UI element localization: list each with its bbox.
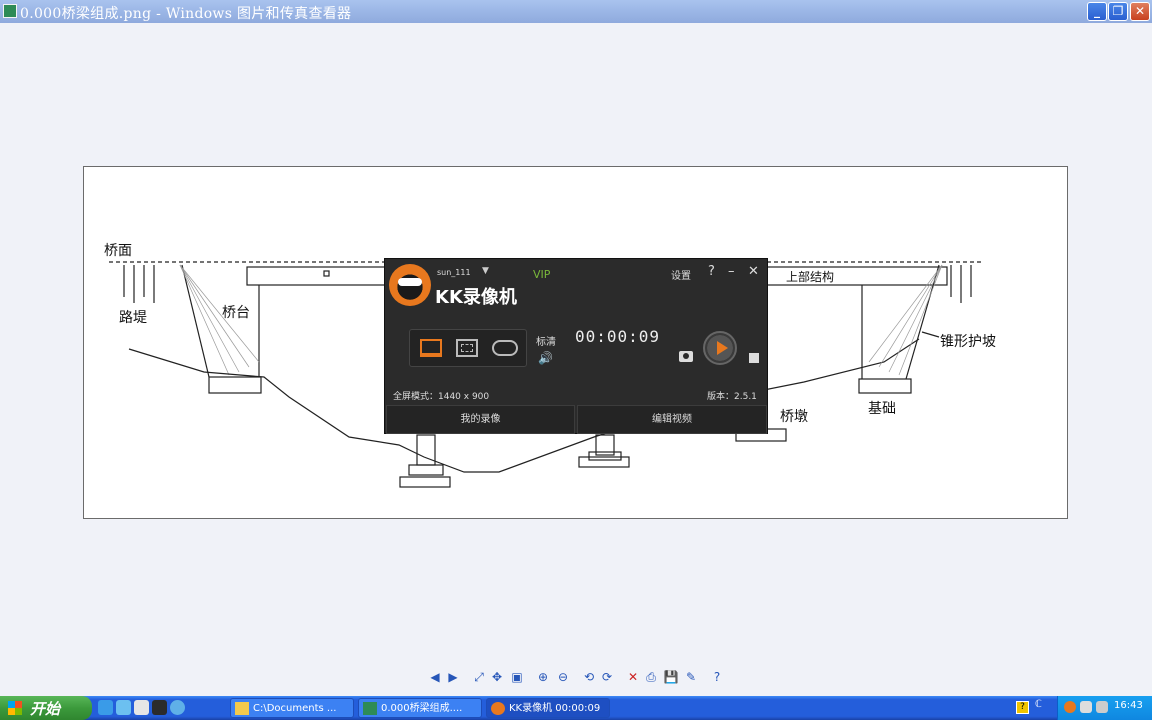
quick-launch-search-icon[interactable] bbox=[170, 700, 185, 715]
label-pier: 桥墩 bbox=[780, 409, 808, 425]
deck-marker bbox=[323, 270, 330, 277]
language-help-icon[interactable]: ? bbox=[1016, 701, 1029, 714]
chevron-down-icon[interactable]: ▼ bbox=[482, 266, 489, 276]
label-embankment: 路堤 bbox=[119, 310, 147, 326]
kk-mode-selector bbox=[409, 329, 527, 367]
best-fit-icon[interactable]: ⤢ bbox=[471, 669, 487, 685]
label-abutment: 桥台 bbox=[222, 305, 250, 321]
rotate-right-icon[interactable]: ⟳ bbox=[599, 669, 615, 685]
game-mode-icon[interactable] bbox=[492, 340, 518, 356]
kk-quality-button[interactable]: 标清 bbox=[536, 333, 556, 348]
label-superstructure: 上部结构 bbox=[786, 270, 835, 284]
image-file-icon bbox=[363, 702, 377, 715]
actual-size-icon[interactable]: ✥ bbox=[489, 669, 505, 685]
viewer-toolbar: ◀ ▶ ⤢ ✥ ▣ ⊕ ⊖ ⟲ ⟳ ✕ ⎙ 💾 ✎ ? bbox=[427, 669, 727, 687]
right-abutment-slope bbox=[905, 264, 940, 380]
language-bar-icon[interactable]: ℂ bbox=[1035, 699, 1042, 710]
kk-vip-badge[interactable]: VIP bbox=[533, 268, 550, 281]
restore-button[interactable]: ❐ bbox=[1108, 2, 1128, 21]
quick-launch-app-icon[interactable] bbox=[134, 700, 149, 715]
quick-launch-tool-icon[interactable] bbox=[152, 700, 167, 715]
kk-minimize-button[interactable]: – bbox=[728, 264, 735, 279]
show-desktop-icon[interactable] bbox=[116, 700, 131, 715]
zoom-out-icon[interactable]: ⊖ bbox=[555, 669, 571, 685]
slideshow-icon[interactable]: ▣ bbox=[509, 669, 525, 685]
kk-version: 版本：2.5.1 bbox=[707, 392, 757, 402]
window-title: 0.000桥梁组成.png - Windows 图片和传真查看器 bbox=[20, 6, 352, 22]
task-label: KK录像机 00:00:09 bbox=[509, 703, 601, 714]
print-icon[interactable]: ⎙ bbox=[643, 669, 659, 685]
label-cone-slope: 锥形护坡 bbox=[940, 334, 996, 350]
minimize-button[interactable]: _ bbox=[1087, 2, 1107, 21]
kk-recorder-window[interactable]: sun_111 ▼ VIP 设置 ? – ✕ KK录像机 标清 🔊 00:00:… bbox=[384, 258, 768, 434]
kk-username[interactable]: sun_111 bbox=[437, 268, 471, 277]
kk-edit-video-tab[interactable]: 编辑视频 bbox=[577, 405, 767, 434]
kk-mode-text: 全屏模式：1440 x 900 bbox=[393, 392, 490, 402]
kk-settings-button[interactable]: 设置 bbox=[671, 267, 691, 282]
task-label: 0.000桥梁组成.... bbox=[381, 703, 463, 714]
clock[interactable]: 16:43 bbox=[1114, 700, 1143, 711]
kk-logo-icon bbox=[389, 264, 431, 306]
previous-image-icon[interactable]: ◀ bbox=[427, 669, 443, 685]
tray-volume-icon[interactable] bbox=[1096, 701, 1108, 713]
pier-left-footing bbox=[399, 476, 451, 488]
tray-kk-icon[interactable] bbox=[1064, 701, 1076, 713]
image-file-icon bbox=[3, 4, 17, 18]
stop-icon[interactable] bbox=[749, 353, 759, 363]
task-kk-recorder[interactable]: KK录像机 00:00:09 bbox=[486, 698, 610, 718]
kk-my-recordings-tab[interactable]: 我的录像 bbox=[386, 405, 575, 434]
volume-icon[interactable]: 🔊 bbox=[538, 351, 553, 365]
ie-icon[interactable] bbox=[98, 700, 113, 715]
task-label: C:\Documents ... bbox=[253, 703, 337, 714]
close-button[interactable]: ✕ bbox=[1130, 2, 1150, 21]
taskbar: 开始 C:\Documents ... 0.000桥梁组成.... KK录像机 … bbox=[0, 696, 1152, 720]
camera-icon[interactable] bbox=[679, 351, 693, 362]
kk-app-name: KK录像机 bbox=[435, 287, 517, 308]
right-abutment-footing bbox=[858, 378, 912, 394]
start-label: 开始 bbox=[30, 700, 61, 718]
zoom-in-icon[interactable]: ⊕ bbox=[535, 669, 551, 685]
kk-logo-icon bbox=[491, 702, 505, 715]
task-explorer[interactable]: C:\Documents ... bbox=[230, 698, 354, 718]
label-foundation: 基础 bbox=[868, 401, 896, 417]
task-image-viewer[interactable]: 0.000桥梁组成.... bbox=[358, 698, 482, 718]
kk-help-button[interactable]: ? bbox=[708, 264, 715, 279]
record-icon[interactable] bbox=[703, 331, 737, 365]
region-mode-icon[interactable] bbox=[456, 339, 478, 357]
delete-icon[interactable]: ✕ bbox=[625, 669, 641, 685]
label-deck: 桥面 bbox=[104, 243, 132, 259]
left-abutment-footing bbox=[208, 376, 262, 394]
windows-logo-icon bbox=[8, 701, 22, 715]
screen-mode-icon[interactable] bbox=[420, 339, 442, 357]
help-icon[interactable]: ? bbox=[709, 669, 725, 685]
next-image-icon[interactable]: ▶ bbox=[445, 669, 461, 685]
tray-network-icon[interactable] bbox=[1080, 701, 1092, 713]
kk-timer: 00:00:09 bbox=[575, 327, 661, 346]
folder-icon bbox=[235, 702, 249, 715]
rotate-left-icon[interactable]: ⟲ bbox=[581, 669, 597, 685]
kk-close-button[interactable]: ✕ bbox=[748, 264, 759, 279]
window-title-bar[interactable]: 0.000桥梁组成.png - Windows 图片和传真查看器 _ ❐ ✕ bbox=[0, 0, 1152, 23]
save-icon[interactable]: 💾 bbox=[663, 669, 679, 685]
start-button[interactable]: 开始 bbox=[0, 696, 92, 720]
edit-icon[interactable]: ✎ bbox=[683, 669, 699, 685]
